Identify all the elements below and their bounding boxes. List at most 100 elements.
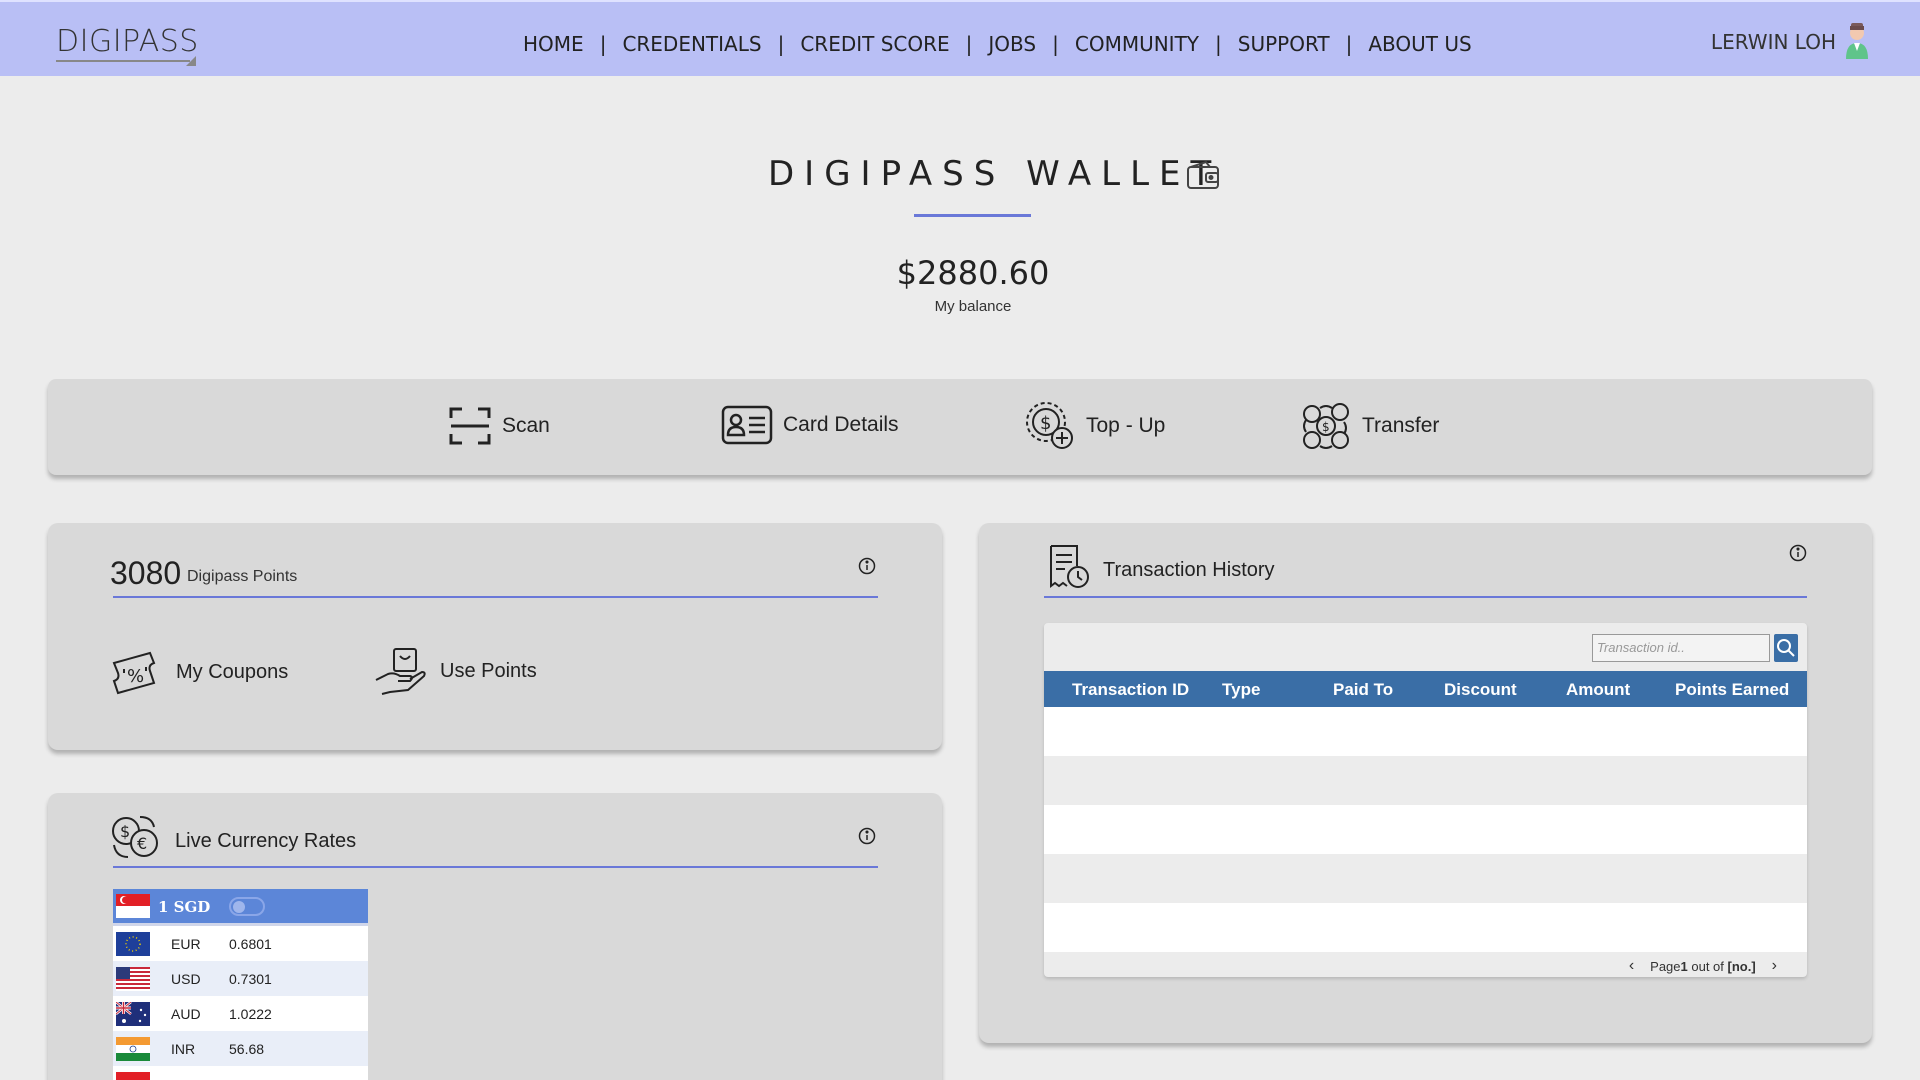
svg-text:$: $	[1322, 420, 1330, 434]
base-currency-header: 1 SGD	[113, 889, 368, 923]
history-divider	[1044, 596, 1807, 598]
hand-bag-icon	[375, 648, 426, 695]
scan-icon	[449, 407, 491, 445]
wallet-actions-bar: Scan Card Details $ Top - Up $ Transfer	[48, 379, 1872, 475]
currency-code: INR	[171, 1041, 196, 1057]
main-nav: HOME | CREDENTIALS | CREDIT SCORE | JOBS…	[523, 32, 1472, 56]
pagination: ‹ Page 1 out of [no.] ›	[1629, 957, 1777, 975]
transaction-table: Transaction id.. Transaction ID Type Pai…	[1044, 623, 1807, 977]
currency-code: EUR	[171, 936, 201, 952]
coin-plus-icon: $	[1026, 402, 1073, 449]
currency-rate: 0.6801	[229, 936, 272, 952]
title-underline	[914, 214, 1031, 217]
col-points-earned[interactable]: Points Earned	[1675, 680, 1789, 700]
currency-code: USD	[171, 971, 201, 987]
currency-rate: 56.68	[229, 1041, 265, 1057]
top-up-button[interactable]: $ Top - Up	[1024, 400, 1165, 452]
singapore-flag-icon	[116, 894, 150, 918]
points-panel: 3080 Digipass Points % My Coupons Use Po…	[48, 523, 942, 750]
india-flag-icon	[116, 1037, 150, 1061]
svg-text:$: $	[120, 822, 130, 841]
top-up-label: Top - Up	[1086, 414, 1166, 437]
australia-flag-icon	[116, 1002, 150, 1026]
card-details-button[interactable]: Card Details	[721, 404, 899, 446]
col-amount[interactable]: Amount	[1566, 680, 1630, 700]
logo-underline	[56, 60, 190, 62]
table-row[interactable]	[1044, 903, 1807, 952]
nav-jobs[interactable]: JOBS	[988, 32, 1036, 56]
currency-row[interactable]: AUD 1.0222	[113, 996, 368, 1031]
currency-table: 1 SGD EUR 0.6801 USD 0.7301 AUD 1.0222 I…	[113, 889, 368, 1080]
base-currency-label: 1 SGD	[158, 898, 211, 916]
transaction-search-input[interactable]: Transaction id..	[1592, 634, 1770, 662]
info-icon[interactable]	[1789, 544, 1807, 562]
currency-toggle[interactable]	[229, 897, 265, 916]
currency-row[interactable]: USD 0.7301	[113, 961, 368, 996]
nav-community[interactable]: COMMUNITY	[1075, 32, 1199, 56]
next-page-icon[interactable]: ›	[1772, 957, 1777, 975]
svg-text:$: $	[1040, 413, 1051, 434]
flag-icon	[116, 1072, 150, 1080]
currency-exchange-icon: $ €	[112, 816, 158, 858]
receipt-clock-icon	[1050, 545, 1089, 588]
currency-rate: 1.0222	[229, 1006, 272, 1022]
col-discount[interactable]: Discount	[1444, 680, 1517, 700]
col-type[interactable]: Type	[1222, 680, 1260, 700]
logo-accent	[186, 56, 196, 66]
pager-current-page: 1	[1680, 958, 1688, 974]
svg-text:€: €	[137, 834, 147, 853]
history-title: Transaction History	[1103, 559, 1275, 581]
currency-row[interactable]: INR 56.68	[113, 1031, 368, 1066]
points-label: Digipass Points	[187, 568, 298, 585]
table-row[interactable]	[1044, 805, 1807, 854]
balance-amount: $2880.60	[896, 254, 1050, 292]
user-name[interactable]: LERWIN LOH	[1711, 30, 1836, 54]
transfer-button[interactable]: $ Transfer	[1300, 402, 1439, 450]
scan-label: Scan	[502, 414, 550, 437]
nav-credit-score[interactable]: CREDIT SCORE	[800, 32, 949, 56]
nav-home[interactable]: HOME	[523, 32, 584, 56]
nav-about-us[interactable]: ABOUT US	[1368, 32, 1471, 56]
use-points-label: Use Points	[440, 659, 537, 682]
page-title: DIGIPASS WALLET	[768, 154, 1222, 194]
nav-separator: |	[965, 32, 973, 56]
transaction-history-panel: Transaction History Transaction id.. Tra…	[979, 523, 1872, 1043]
card-details-label: Card Details	[783, 413, 899, 436]
col-paid-to[interactable]: Paid To	[1333, 680, 1393, 700]
scan-button[interactable]: Scan	[448, 406, 550, 446]
currency-divider	[113, 866, 878, 868]
table-row[interactable]	[1044, 707, 1807, 756]
avatar[interactable]	[1844, 21, 1870, 61]
search-button[interactable]	[1774, 634, 1798, 662]
toggle-knob	[233, 901, 245, 913]
currency-rates-panel: $ € Live Currency Rates 1 SGD EUR 0.6801	[48, 793, 942, 1080]
points-value: 3080	[110, 555, 182, 591]
info-icon[interactable]	[858, 557, 876, 575]
points-divider	[113, 596, 878, 598]
logo[interactable]: DIGIPASS	[56, 24, 199, 59]
table-row[interactable]	[1044, 854, 1807, 903]
id-card-icon	[721, 405, 773, 445]
nav-support[interactable]: SUPPORT	[1238, 32, 1330, 56]
currency-row[interactable]: EUR 0.6801	[113, 926, 368, 961]
use-points-button[interactable]: Use Points	[374, 646, 537, 696]
col-transaction-id[interactable]: Transaction ID	[1072, 680, 1189, 700]
table-row[interactable]	[1044, 756, 1807, 805]
currency-rate: 0.7301	[229, 971, 272, 987]
coupon-icon: %	[112, 651, 156, 695]
table-header: Transaction ID Type Paid To Discount Amo…	[1044, 671, 1807, 707]
currency-code: AUD	[171, 1006, 201, 1022]
currency-row[interactable]	[113, 1066, 368, 1080]
my-coupons-label: My Coupons	[176, 660, 289, 683]
prev-page-icon[interactable]: ‹	[1629, 957, 1634, 975]
nav-credentials[interactable]: CREDENTIALS	[622, 32, 761, 56]
info-icon[interactable]	[858, 827, 876, 845]
nav-separator: |	[1052, 32, 1059, 56]
nav-separator: |	[1345, 32, 1353, 56]
my-coupons-button[interactable]: % My Coupons	[110, 649, 288, 695]
wallet-icon	[1187, 160, 1219, 189]
pager-total-pages: [no.]	[1727, 958, 1756, 974]
search-icon	[1777, 639, 1795, 657]
nav-separator: |	[599, 32, 607, 56]
transfer-label: Transfer	[1362, 414, 1440, 437]
